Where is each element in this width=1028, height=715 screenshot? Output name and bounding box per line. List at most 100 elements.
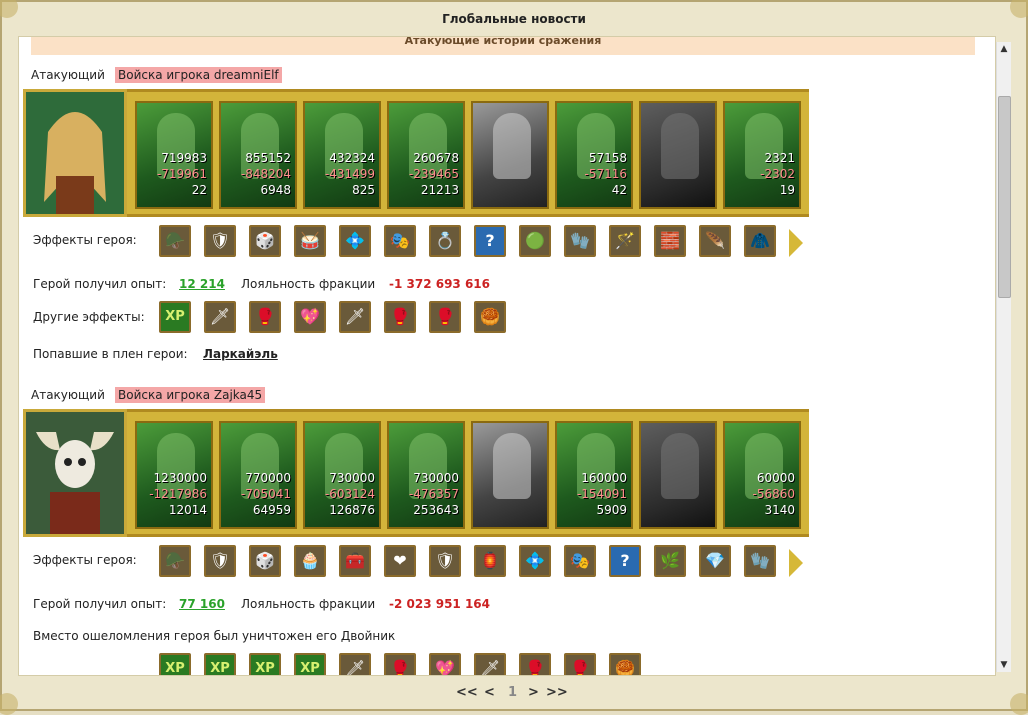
other-effects-row: XP XP XP XP 🗡 🥊 💖 🗡 🥊 🥊 🥮 [159, 653, 759, 675]
army-unit[interactable]: 60000 -56860 3140 [723, 421, 801, 529]
unit-losses: -719961 [156, 167, 207, 181]
hero-effect-icon[interactable]: ❤ [384, 545, 416, 577]
player-army-tag[interactable]: Войска игрока dreamniElf [115, 67, 282, 83]
army-unit[interactable]: 260678 -239465 21213 [387, 101, 465, 209]
other-effect-icon[interactable]: 💖 [294, 301, 326, 333]
other-effects-row: XP 🗡 🥊 💖 🗡 🥊 🥊 🥮 [159, 301, 559, 337]
loyalty-label: Лояльность фракции [241, 597, 376, 611]
hero-effect-icon[interactable]: 🧱 [654, 225, 686, 257]
page-next-button[interactable]: > [528, 685, 539, 700]
player-army-tag[interactable]: Войска игрока Zajka45 [115, 387, 266, 403]
hero-effect-icon[interactable]: 💠 [519, 545, 551, 577]
army-unit[interactable]: 770000 -705041 64959 [219, 421, 297, 529]
scroll-thumb[interactable] [998, 96, 1011, 298]
unit-losses: -848204 [240, 167, 291, 181]
unit-losses: -56860 [752, 487, 795, 501]
page-prev-button[interactable]: < [484, 685, 495, 700]
other-effect-icon[interactable]: 🥮 [609, 653, 641, 675]
experience-value[interactable]: 77 160 [179, 597, 225, 611]
army-unit[interactable] [639, 101, 717, 209]
other-effect-icon[interactable]: 🥊 [519, 653, 551, 675]
hero-effect-icon[interactable]: 🛡 [204, 545, 236, 577]
experience-value[interactable]: 12 214 [179, 277, 225, 291]
hero-effect-icon[interactable]: 💍 [429, 225, 461, 257]
other-effect-icon[interactable]: 🥮 [474, 301, 506, 333]
page-first-button[interactable]: << [456, 685, 478, 700]
hero-portrait[interactable] [23, 89, 127, 217]
army-unit[interactable]: 730000 -476357 253643 [387, 421, 465, 529]
hero-effect-icon[interactable]: 🌿 [654, 545, 686, 577]
hero-effect-icon[interactable]: 🏮 [474, 545, 506, 577]
other-effect-icon[interactable]: 🥊 [429, 301, 461, 333]
page-current: 1 [508, 685, 518, 700]
unit-count: 432324 [329, 151, 375, 165]
unit-count: 730000 [329, 471, 375, 485]
unit-losses: -603124 [324, 487, 375, 501]
army-unit[interactable]: 719983 -719961 22 [135, 101, 213, 209]
section-banner: Атакующие истории сражения [31, 37, 975, 55]
army-unit[interactable]: 855152 -848204 6948 [219, 101, 297, 209]
unit-portrait [661, 433, 699, 499]
scroll-up-icon[interactable]: ▲ [997, 42, 1011, 56]
unit-count: 1230000 [153, 471, 207, 485]
hero-effect-icon[interactable]: 💎 [699, 545, 731, 577]
army-unit[interactable] [471, 101, 549, 209]
unit-survivors: 21213 [420, 183, 459, 197]
hero-portrait[interactable] [23, 409, 127, 537]
unit-losses: -1217986 [149, 487, 207, 501]
hero-effect-icon[interactable]: 🛡 [429, 545, 461, 577]
other-effect-icon[interactable]: XP [249, 653, 281, 675]
other-effect-icon[interactable]: 🗡 [474, 653, 506, 675]
loyalty-value: -2 023 951 164 [389, 597, 491, 611]
hero-effect-icon[interactable]: 🧰 [339, 545, 371, 577]
frame-ornament [1010, 693, 1028, 715]
hero-effect-icon[interactable]: 🪶 [699, 225, 731, 257]
unit-survivors: 19 [779, 183, 795, 197]
scroll-down-icon[interactable]: ▼ [997, 658, 1011, 672]
hero-effect-icon[interactable]: 🧁 [294, 545, 326, 577]
army-unit[interactable]: 432324 -431499 825 [303, 101, 381, 209]
hero-effect-icon[interactable]: 🎭 [384, 225, 416, 257]
effects-next-arrow-icon[interactable] [789, 229, 803, 257]
other-effect-icon[interactable]: 💖 [429, 653, 461, 675]
hero-effect-icon[interactable]: 🛡 [204, 225, 236, 257]
unit-losses: -476357 [408, 487, 459, 501]
hero-effect-icon[interactable]: 🟢 [519, 225, 551, 257]
unit-count: 770000 [245, 471, 291, 485]
hero-effect-icon[interactable]: ? [609, 545, 641, 577]
other-effect-icon[interactable]: 🥊 [384, 653, 416, 675]
army-unit[interactable]: 160000 -154091 5909 [555, 421, 633, 529]
army-unit[interactable] [471, 421, 549, 529]
page-last-button[interactable]: >> [546, 685, 568, 700]
vertical-scrollbar[interactable]: ▲ ▼ [996, 42, 1011, 672]
effects-next-arrow-icon[interactable] [789, 549, 803, 577]
other-effect-icon[interactable]: XP [159, 301, 191, 333]
other-effect-icon[interactable]: XP [204, 653, 236, 675]
hero-effect-icon[interactable]: 🎲 [249, 225, 281, 257]
other-effect-icon[interactable]: 🥊 [564, 653, 596, 675]
army-unit[interactable]: 1230000 -1217986 12014 [135, 421, 213, 529]
hero-effect-icon[interactable]: 🧤 [744, 545, 776, 577]
hero-effect-icon[interactable]: 🥁 [294, 225, 326, 257]
hero-effect-icon[interactable]: 🎲 [249, 545, 281, 577]
captured-hero-link[interactable]: Ларкайэль [203, 347, 278, 361]
other-effect-icon[interactable]: 🗡 [339, 653, 371, 675]
other-effect-icon[interactable]: 🗡 [339, 301, 371, 333]
other-effect-icon[interactable]: 🥊 [249, 301, 281, 333]
hero-effect-icon[interactable]: 🪖 [159, 225, 191, 257]
hero-effect-icon[interactable]: 🪄 [609, 225, 641, 257]
hero-effect-icon[interactable]: 🎭 [564, 545, 596, 577]
hero-effect-icon[interactable]: 🧤 [564, 225, 596, 257]
other-effect-icon[interactable]: XP [159, 653, 191, 675]
army-unit[interactable] [639, 421, 717, 529]
hero-effect-icon[interactable]: 💠 [339, 225, 371, 257]
army-unit[interactable]: 730000 -603124 126876 [303, 421, 381, 529]
other-effect-icon[interactable]: 🥊 [384, 301, 416, 333]
army-unit[interactable]: 57158 -57116 42 [555, 101, 633, 209]
hero-effect-icon[interactable]: 🪖 [159, 545, 191, 577]
hero-effect-icon[interactable]: ? [474, 225, 506, 257]
army-unit[interactable]: 2321 -2302 19 [723, 101, 801, 209]
hero-effect-icon[interactable]: 🧥 [744, 225, 776, 257]
other-effect-icon[interactable]: 🗡 [204, 301, 236, 333]
other-effect-icon[interactable]: XP [294, 653, 326, 675]
